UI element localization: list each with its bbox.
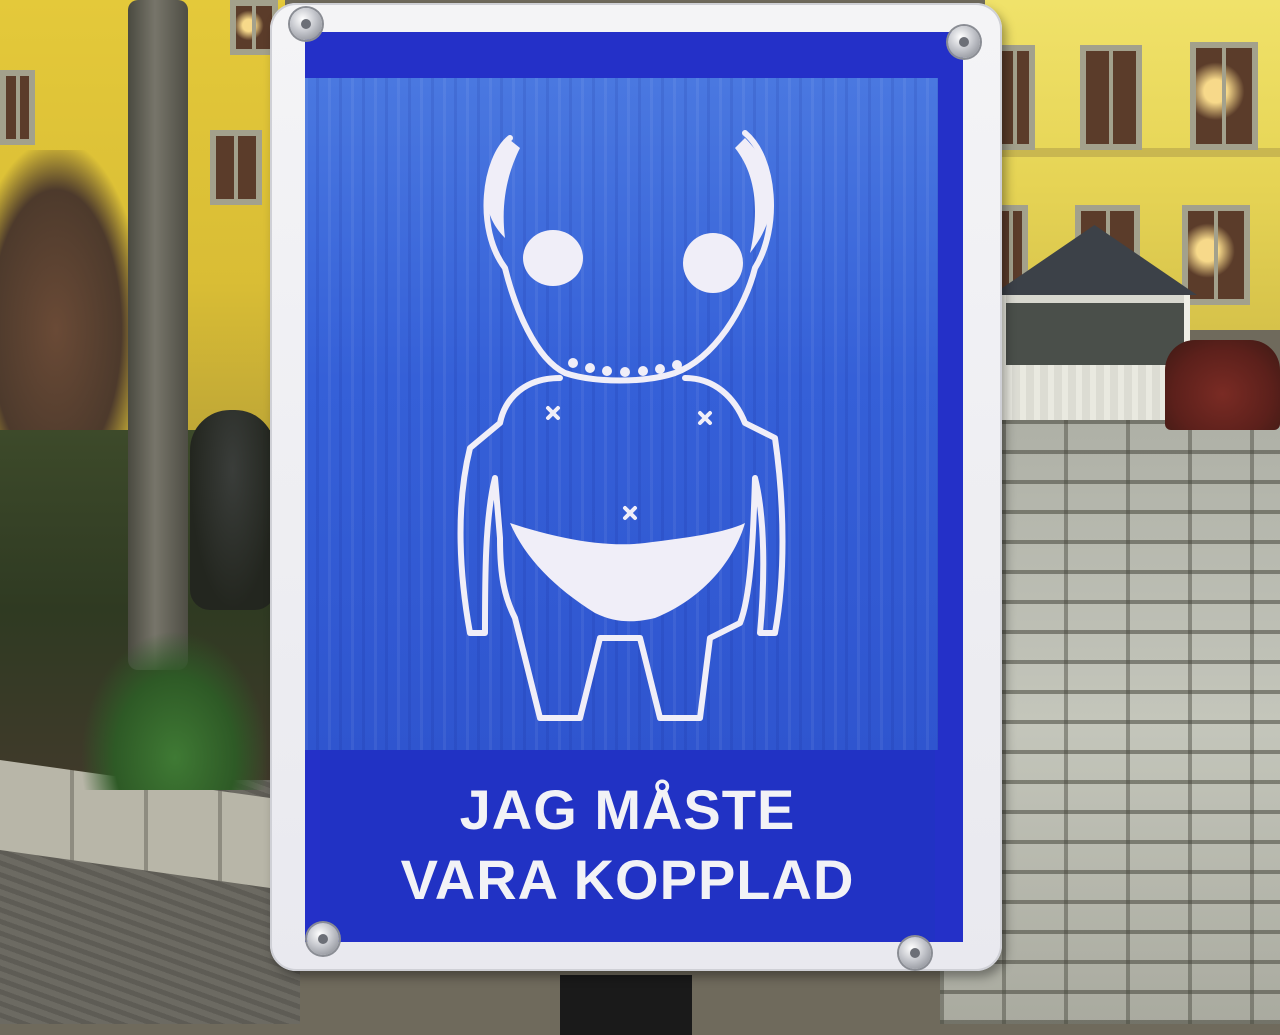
small-statue — [190, 410, 275, 610]
sign-post — [560, 975, 692, 1035]
red-hedge — [1165, 340, 1280, 430]
screw-icon — [899, 937, 931, 969]
gazebo-body — [1000, 295, 1190, 420]
building-window — [210, 130, 262, 205]
screw-icon — [290, 8, 322, 40]
caption-line-2: VARA KOPPLAD — [400, 848, 855, 911]
building-window — [1190, 42, 1258, 150]
caption-line-1: JAG MÅSTE — [459, 778, 796, 841]
bare-shrubs — [0, 150, 140, 450]
screw-icon — [307, 923, 339, 955]
tree-trunk — [128, 0, 188, 670]
building-window — [1182, 205, 1250, 305]
sign-caption: JAG MÅSTE VARA KOPPLAD — [320, 750, 935, 940]
doll-figure-icon — [457, 130, 786, 721]
green-plant — [80, 630, 270, 790]
photo-scene: JAG MÅSTE VARA KOPPLAD — [0, 0, 1280, 1035]
building-window — [1080, 45, 1142, 150]
building-window — [0, 70, 35, 145]
screw-icon — [948, 26, 980, 58]
